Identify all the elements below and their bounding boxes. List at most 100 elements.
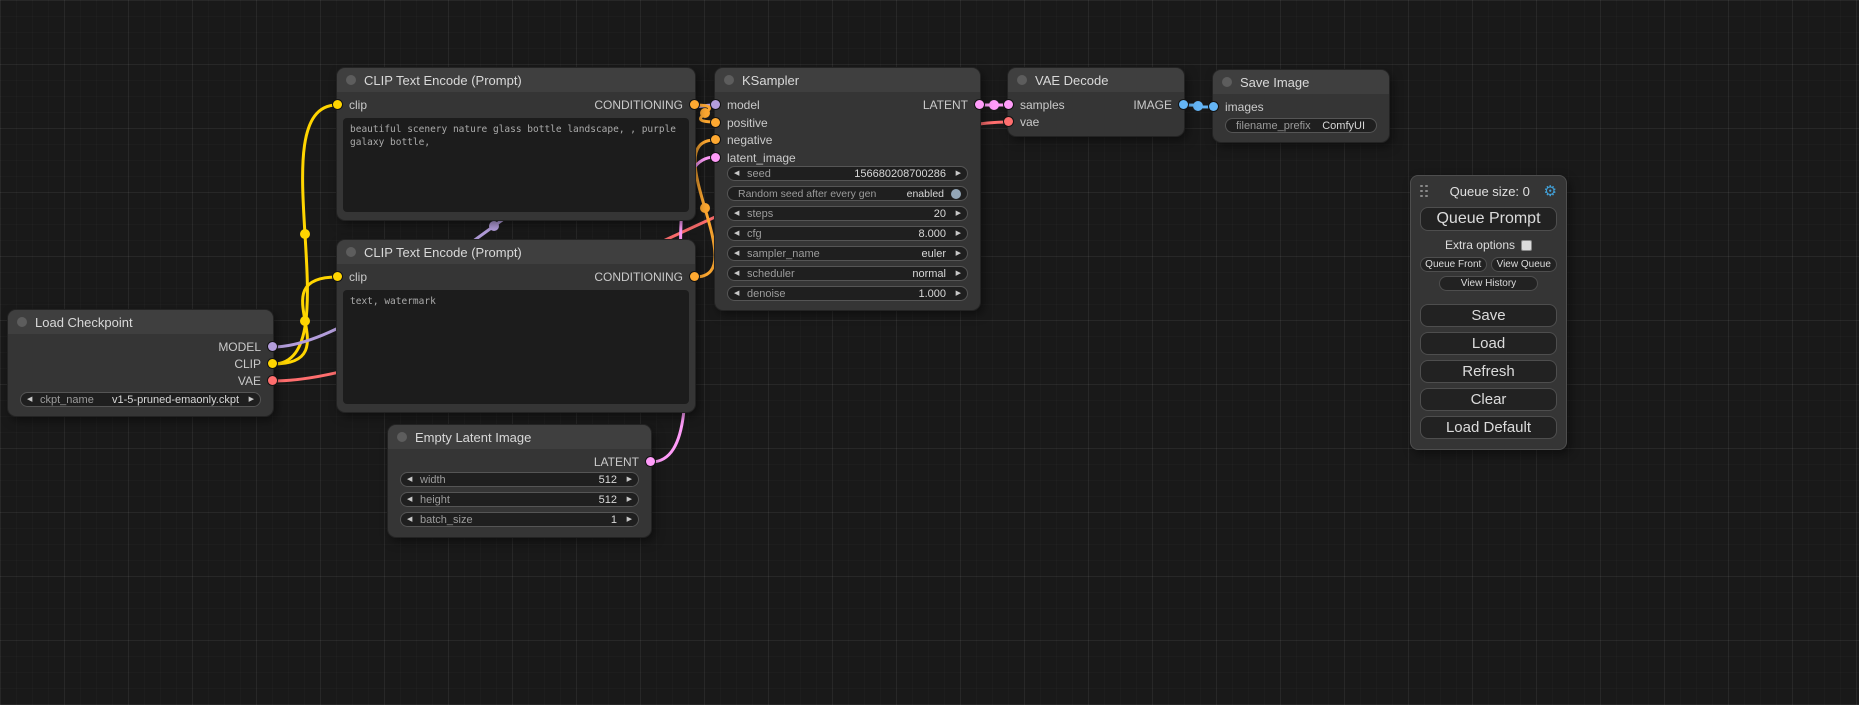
node-title-bar[interactable]: Save Image xyxy=(1213,70,1389,94)
increment-arrow-icon[interactable]: ▶ xyxy=(951,290,961,297)
port-dot-conditioning[interactable] xyxy=(690,272,699,281)
output-port-model[interactable]: MODEL xyxy=(218,338,273,355)
cfg-widget[interactable]: ◀ cfg 8.000 ▶ xyxy=(727,226,968,241)
output-port-conditioning[interactable]: CONDITIONING xyxy=(594,96,695,113)
node-ksampler[interactable]: KSampler model positive negative latent_… xyxy=(715,68,980,310)
ckpt-name-widget[interactable]: ◀ ckpt_name v1-5-pruned-emaonly.ckpt ▶ xyxy=(20,392,261,407)
clear-button[interactable]: Clear xyxy=(1420,388,1557,411)
node-title-bar[interactable]: Empty Latent Image xyxy=(388,425,651,449)
seed-widget[interactable]: ◀ seed 156680208700286 ▶ xyxy=(727,166,968,181)
height-widget[interactable]: ◀ height 512 ▶ xyxy=(400,492,639,507)
collapse-dot-icon[interactable] xyxy=(1017,75,1027,85)
increment-arrow-icon[interactable]: ▶ xyxy=(244,396,254,403)
decrement-arrow-icon[interactable]: ◀ xyxy=(407,496,417,503)
collapse-dot-icon[interactable] xyxy=(397,432,407,442)
toggle-knob-icon[interactable] xyxy=(951,189,961,199)
port-dot-model[interactable] xyxy=(711,100,720,109)
collapse-dot-icon[interactable] xyxy=(1222,77,1232,87)
output-port-vae[interactable]: VAE xyxy=(238,372,273,389)
input-port-clip[interactable]: clip xyxy=(337,268,367,285)
drag-handle-icon[interactable] xyxy=(1420,185,1428,198)
port-dot-latent[interactable] xyxy=(646,457,655,466)
steps-widget[interactable]: ◀ steps 20 ▶ xyxy=(727,206,968,221)
extra-options-checkbox[interactable] xyxy=(1521,240,1532,251)
decrement-arrow-icon[interactable]: ◀ xyxy=(734,270,744,277)
input-port-model[interactable]: model xyxy=(715,96,760,113)
input-port-vae[interactable]: vae xyxy=(1008,113,1039,130)
refresh-button[interactable]: Refresh xyxy=(1420,360,1557,383)
decrement-arrow-icon[interactable]: ◀ xyxy=(734,250,744,257)
view-queue-button[interactable]: View Queue xyxy=(1491,257,1558,272)
input-port-latent-image[interactable]: latent_image xyxy=(715,149,796,166)
port-dot-images[interactable] xyxy=(1209,102,1218,111)
output-port-latent[interactable]: LATENT xyxy=(923,96,980,113)
node-title-bar[interactable]: Load Checkpoint xyxy=(8,310,273,334)
port-dot-model[interactable] xyxy=(268,342,277,351)
save-button[interactable]: Save xyxy=(1420,304,1557,327)
node-vae-decode[interactable]: VAE Decode samples vae IMAGE xyxy=(1008,68,1184,136)
queue-prompt-button[interactable]: Queue Prompt xyxy=(1420,207,1557,231)
settings-gear-icon[interactable]: ⚙ xyxy=(1544,184,1557,199)
node-load-checkpoint[interactable]: Load Checkpoint MODEL CLIP VAE ◀ ckpt_na… xyxy=(8,310,273,416)
input-port-clip[interactable]: clip xyxy=(337,96,367,113)
port-dot-clip[interactable] xyxy=(333,100,342,109)
port-dot-vae[interactable] xyxy=(268,376,277,385)
prompt-textarea[interactable]: beautiful scenery nature glass bottle la… xyxy=(343,118,689,212)
random-seed-toggle-widget[interactable]: Random seed after every gen enabled xyxy=(727,186,968,201)
node-clip-text-encode-negative[interactable]: CLIP Text Encode (Prompt) clip CONDITION… xyxy=(337,240,695,412)
port-dot-conditioning[interactable] xyxy=(690,100,699,109)
view-history-button[interactable]: View History xyxy=(1439,276,1538,291)
collapse-dot-icon[interactable] xyxy=(17,317,27,327)
decrement-arrow-icon[interactable]: ◀ xyxy=(734,210,744,217)
increment-arrow-icon[interactable]: ▶ xyxy=(951,250,961,257)
node-save-image[interactable]: Save Image images filename_prefix ComfyU… xyxy=(1213,70,1389,142)
node-title-bar[interactable]: VAE Decode xyxy=(1008,68,1184,92)
output-port-clip[interactable]: CLIP xyxy=(234,355,273,372)
decrement-arrow-icon[interactable]: ◀ xyxy=(27,396,37,403)
port-dot-latent[interactable] xyxy=(975,100,984,109)
port-dot-samples[interactable] xyxy=(1004,100,1013,109)
collapse-dot-icon[interactable] xyxy=(346,247,356,257)
node-title-bar[interactable]: CLIP Text Encode (Prompt) xyxy=(337,240,695,264)
width-widget[interactable]: ◀ width 512 ▶ xyxy=(400,472,639,487)
collapse-dot-icon[interactable] xyxy=(346,75,356,85)
filename-prefix-widget[interactable]: filename_prefix ComfyUI xyxy=(1225,118,1377,133)
load-default-button[interactable]: Load Default xyxy=(1420,416,1557,439)
output-port-conditioning[interactable]: CONDITIONING xyxy=(594,268,695,285)
port-dot-vae[interactable] xyxy=(1004,117,1013,126)
increment-arrow-icon[interactable]: ▶ xyxy=(622,496,632,503)
port-dot-clip[interactable] xyxy=(268,359,277,368)
denoise-widget[interactable]: ◀ denoise 1.000 ▶ xyxy=(727,286,968,301)
increment-arrow-icon[interactable]: ▶ xyxy=(951,170,961,177)
collapse-dot-icon[interactable] xyxy=(724,75,734,85)
batch-size-widget[interactable]: ◀ batch_size 1 ▶ xyxy=(400,512,639,527)
input-port-positive[interactable]: positive xyxy=(715,114,768,131)
increment-arrow-icon[interactable]: ▶ xyxy=(622,476,632,483)
increment-arrow-icon[interactable]: ▶ xyxy=(951,230,961,237)
input-port-samples[interactable]: samples xyxy=(1008,96,1065,113)
queue-front-button[interactable]: Queue Front xyxy=(1420,257,1487,272)
decrement-arrow-icon[interactable]: ◀ xyxy=(734,230,744,237)
port-dot-positive[interactable] xyxy=(711,118,720,127)
decrement-arrow-icon[interactable]: ◀ xyxy=(734,170,744,177)
increment-arrow-icon[interactable]: ▶ xyxy=(622,516,632,523)
port-dot-image[interactable] xyxy=(1179,100,1188,109)
increment-arrow-icon[interactable]: ▶ xyxy=(951,270,961,277)
decrement-arrow-icon[interactable]: ◀ xyxy=(407,516,417,523)
port-dot-clip[interactable] xyxy=(333,272,342,281)
port-dot-latent-image[interactable] xyxy=(711,153,720,162)
output-port-image[interactable]: IMAGE xyxy=(1133,96,1184,113)
prompt-textarea[interactable]: text, watermark xyxy=(343,290,689,404)
node-title-bar[interactable]: CLIP Text Encode (Prompt) xyxy=(337,68,695,92)
node-clip-text-encode-positive[interactable]: CLIP Text Encode (Prompt) clip CONDITION… xyxy=(337,68,695,220)
output-port-latent[interactable]: LATENT xyxy=(594,453,651,470)
port-dot-negative[interactable] xyxy=(711,135,720,144)
node-empty-latent-image[interactable]: Empty Latent Image LATENT ◀ width 512 ▶ … xyxy=(388,425,651,537)
input-port-images[interactable]: images xyxy=(1213,98,1264,115)
decrement-arrow-icon[interactable]: ◀ xyxy=(407,476,417,483)
load-button[interactable]: Load xyxy=(1420,332,1557,355)
input-port-negative[interactable]: negative xyxy=(715,131,772,148)
increment-arrow-icon[interactable]: ▶ xyxy=(951,210,961,217)
node-title-bar[interactable]: KSampler xyxy=(715,68,980,92)
decrement-arrow-icon[interactable]: ◀ xyxy=(734,290,744,297)
